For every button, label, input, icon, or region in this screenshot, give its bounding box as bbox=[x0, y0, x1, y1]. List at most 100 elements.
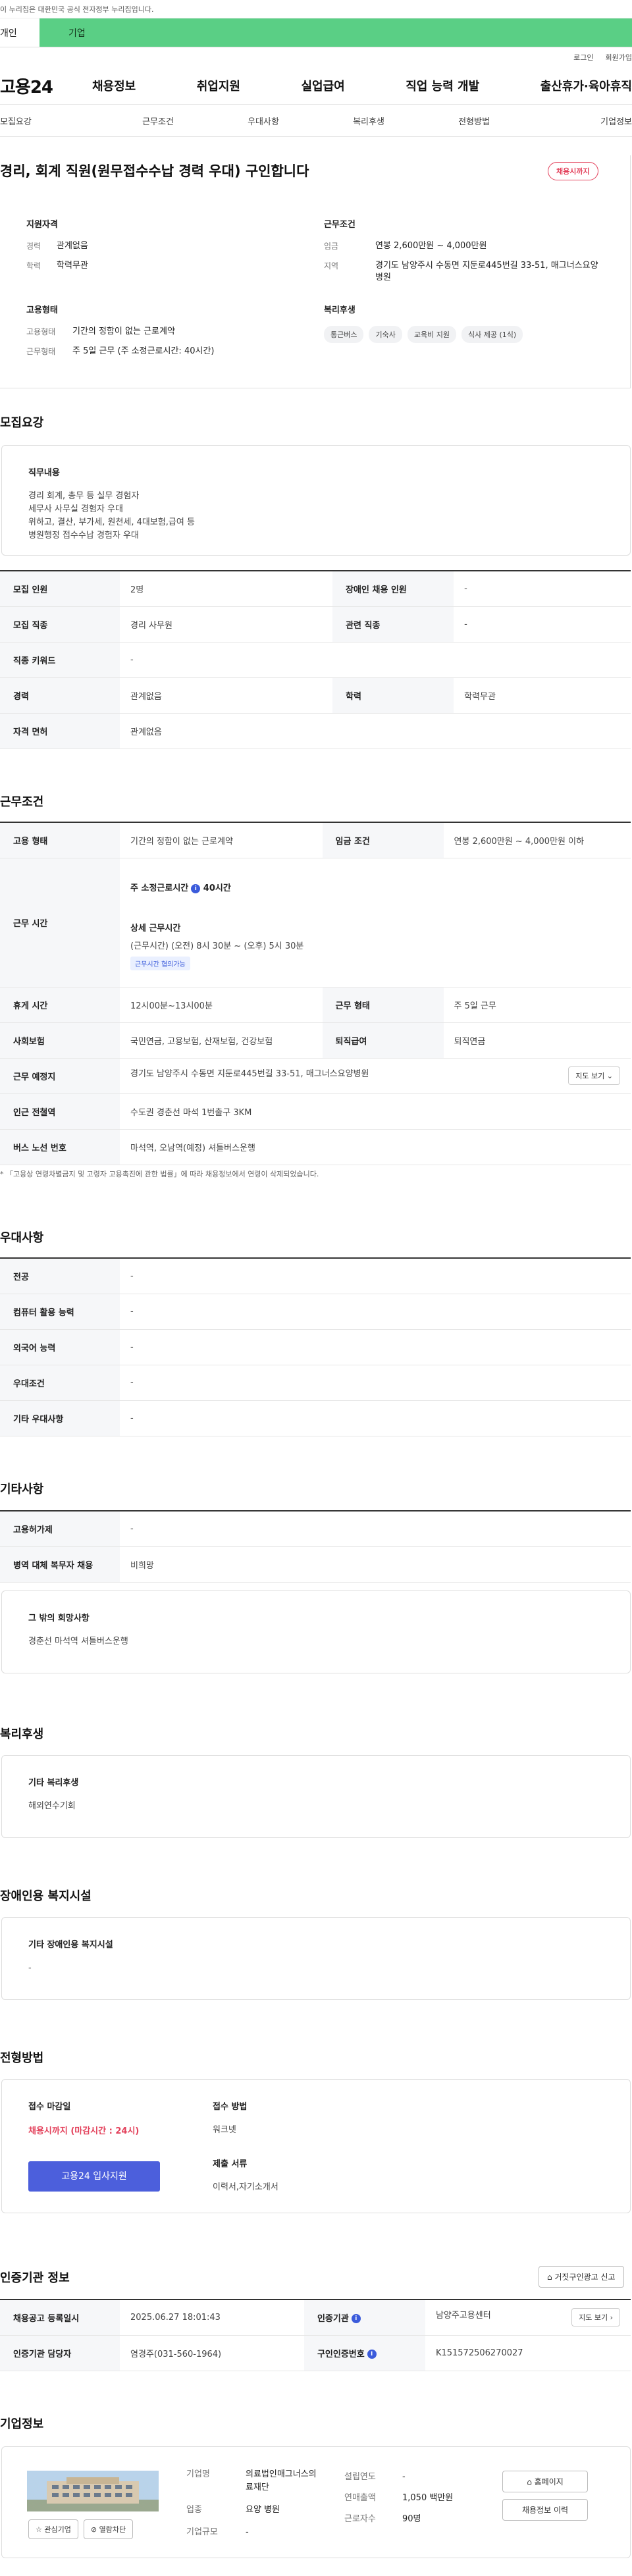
map-view-button[interactable]: 지도 보기 ⌄ bbox=[568, 1066, 620, 1085]
pref-section-title: 우대사항 bbox=[0, 1231, 44, 1245]
user-segment: 개인 기업 bbox=[0, 18, 632, 47]
segment-person-tab[interactable]: 개인 bbox=[0, 18, 40, 47]
table-cell: - bbox=[120, 1510, 631, 1547]
apply-way-label: 접수 방법 bbox=[213, 2102, 248, 2112]
block-view-button[interactable]: ⊘ 열람차단 bbox=[83, 2519, 134, 2539]
recruit-section-title: 모집요강 bbox=[0, 416, 44, 430]
work-time-cell: 주 소정근로시간 i 40시간 상세 근무시간 (근무시간) (오전) 8시 30… bbox=[120, 858, 631, 987]
table-header-cell: 기타 우대사항 bbox=[0, 1400, 120, 1436]
duty-title: 직무내용 bbox=[28, 468, 60, 478]
work-address: 경기도 남양주시 수동면 지둔로445번길 33-51, 매그너스요양병원 bbox=[130, 1069, 369, 1079]
login-link[interactable]: 로그인 bbox=[573, 52, 593, 63]
etc-box-text: 경춘선 마석역 셔틀버스운행 bbox=[28, 1637, 128, 1646]
cert-table: 채용공고 등록일시 2025.06.27 18:01:43 인증기관 i 남양주고용… bbox=[0, 2299, 631, 2371]
table-cell: 관계없음 bbox=[120, 677, 333, 714]
method-box: 접수 마감일 채용시까지 (마감시간 : 24시) 고용24 입사지원 접수 방… bbox=[1, 2079, 631, 2213]
table-cell: - bbox=[120, 1400, 631, 1436]
tab-company[interactable]: 기업정보 bbox=[527, 115, 632, 127]
job-history-button[interactable]: 채용정보 이력 bbox=[502, 2499, 588, 2521]
industry-label: 업종 bbox=[186, 2505, 202, 2515]
table-row: 직종 키워드 - bbox=[0, 642, 631, 678]
cond-block: 근무조건 임금 연봉 2,600만원 ~ 4,000만원 지역 경기도 남양주시 수… bbox=[324, 217, 607, 292]
chevron-right-icon: › bbox=[610, 2313, 613, 2323]
tab-pref[interactable]: 우대사항 bbox=[211, 115, 316, 127]
segment-company-tab[interactable]: 기업 bbox=[40, 18, 632, 47]
work-address-cell: 경기도 남양주시 수동면 지둔로445번길 33-51, 매그너스요양병원 지도 … bbox=[120, 1058, 631, 1094]
employees-label: 근로자수 bbox=[344, 2514, 376, 2524]
method-section-title: 전형방법 bbox=[0, 2051, 44, 2065]
table-row: 고용 형태 기간의 정함이 없는 근로계약 임금 조건 연봉 2,600만원 ~ 4… bbox=[0, 822, 631, 858]
cert-org-label: 인증기관 bbox=[317, 2313, 349, 2324]
favorite-label: 관심기업 bbox=[44, 2525, 71, 2534]
table-row: 휴게 시간 12시00분~13시00분 근무 형태 주 5일 근무 bbox=[0, 987, 631, 1023]
etc-box-title: 그 밖의 희망사항 bbox=[28, 1614, 90, 1623]
global-nav: 고용24 채용정보 취업지원 실업급여 직업 능력 개발 출산휴가·육아휴직 bbox=[0, 67, 632, 104]
table-header-cell: 외국어 능력 bbox=[0, 1329, 120, 1365]
table-row: 모집 인원 2명 장애인 채용 인원 - bbox=[0, 570, 631, 607]
emp-block: 고용형태 고용형태 기간의 정함이 없는 근로계약 근무형태 주 5일 근무 (주 … bbox=[26, 303, 303, 365]
company-photo bbox=[27, 2471, 159, 2511]
report-label: 거짓구인광고 신고 bbox=[554, 2273, 616, 2282]
cert-org-value: 남양주고용센터 bbox=[435, 2311, 491, 2321]
tab-method[interactable]: 전형방법 bbox=[421, 115, 527, 127]
welfare-box-text: 해외연수기회 bbox=[28, 1801, 76, 1811]
qual-heading: 지원자격 bbox=[26, 220, 58, 230]
cert-no-label: 구인인증번호 bbox=[317, 2349, 365, 2359]
favorite-company-button[interactable]: ☆ 관심기업 bbox=[28, 2519, 78, 2539]
tab-work[interactable]: 근무조건 bbox=[105, 115, 211, 127]
section-tabs: 모집요강 근무조건 우대사항 복리후생 전형방법 기업정보 bbox=[0, 104, 632, 137]
table-header-cell: 모집 인원 bbox=[0, 570, 120, 607]
tab-welfare[interactable]: 복리후생 bbox=[316, 115, 421, 127]
sales-label: 연매출액 bbox=[344, 2493, 376, 2503]
table-header-cell: 근무 형태 bbox=[322, 987, 444, 1023]
table-cell: 2025.06.27 18:01:43 bbox=[120, 2299, 304, 2336]
work-form-value: 주 5일 근무 (주 소정근로시간: 40시간) bbox=[72, 346, 215, 356]
info-icon[interactable]: i bbox=[191, 883, 201, 893]
deadline-label: 접수 마감일 bbox=[28, 2102, 71, 2112]
gnb-item-jobs[interactable]: 채용정보 bbox=[92, 77, 136, 94]
table-cell: 염경주(031-560-1964) bbox=[120, 2335, 304, 2371]
gnb-item-unemployment[interactable]: 실업급여 bbox=[302, 77, 345, 94]
homepage-button[interactable]: ⌂ 홈페이지 bbox=[502, 2471, 588, 2492]
detail-hours-value: (근무시간) (오전) 8시 30분 ~ (오후) 5시 30분 bbox=[130, 941, 304, 951]
table-row: 근무 예정지 경기도 남양주시 수동면 지둔로445번길 33-51, 매그너스… bbox=[0, 1058, 631, 1094]
industry-value: 요양 병원 bbox=[246, 2505, 280, 2515]
gnb-item-training[interactable]: 직업 능력 개발 bbox=[406, 77, 479, 94]
table-row: 고용허가제 - bbox=[0, 1510, 631, 1547]
etc-table: 고용허가제 - 병역 대체 복무자 채용 비희망 bbox=[0, 1510, 631, 1583]
gnb-item-leave[interactable]: 출산휴가·육아휴직 bbox=[540, 77, 632, 94]
weekly-hours-label: 주 소정근로시간 bbox=[130, 883, 189, 893]
table-header-cell: 학력 bbox=[332, 677, 454, 714]
table-header-cell: 인증기관 담당자 bbox=[0, 2335, 120, 2371]
docs-value: 이력서,자기소개서 bbox=[213, 2182, 278, 2192]
gnb-item-employment-support[interactable]: 취업지원 bbox=[197, 77, 240, 94]
tab-recruit[interactable]: 모집요강 bbox=[0, 115, 105, 127]
cert-map-label: 지도 보기 bbox=[579, 2313, 608, 2323]
disab-box-text: - bbox=[28, 1963, 32, 1973]
table-row: 경력 관계없음 학력 학력무관 bbox=[0, 677, 631, 714]
work-section-title: 근무조건 bbox=[0, 795, 44, 809]
table-cell: 연봉 2,600만원 ~ 4,000만원 이하 bbox=[443, 822, 631, 858]
apply-button[interactable]: 고용24 입사지원 bbox=[28, 2161, 160, 2192]
deadline-value: 채용시까지 (마감시간 : 24시) bbox=[28, 2126, 140, 2136]
welfare-heading: 복리후생 bbox=[324, 305, 356, 315]
table-header-cell: 채용공고 등록일시 bbox=[0, 2299, 120, 2336]
table-header-cell: 컴퓨터 활용 능력 bbox=[0, 1294, 120, 1330]
etc-box: 그 밖의 희망사항 경춘선 마석역 셔틀버스운행 bbox=[1, 1590, 631, 1673]
table-header-cell: 퇴직급여 bbox=[322, 1022, 444, 1059]
report-icon: ⌂ bbox=[547, 2273, 552, 2282]
report-fake-ad-button[interactable]: ⌂ 거짓구인광고 신고 bbox=[539, 2266, 624, 2288]
table-row: 자격 면허 관계없음 bbox=[0, 713, 631, 749]
table-header-cell: 자격 면허 bbox=[0, 713, 120, 749]
join-link[interactable]: 회원가입 bbox=[606, 52, 632, 63]
info-icon[interactable]: i bbox=[367, 2350, 377, 2359]
table-row: 모집 직종 경리 사무원 관련 직종 - bbox=[0, 606, 631, 643]
table-row: 버스 노선 번호 마석역, 오남역(예정) 셔틀버스운행 bbox=[0, 1129, 631, 1165]
weekly-hours-value: 40시간 bbox=[203, 883, 231, 893]
site-logo[interactable]: 고용24 bbox=[0, 74, 79, 98]
etc-section-title: 기타사항 bbox=[0, 1483, 44, 1496]
table-cell: 비희망 bbox=[120, 1546, 631, 1583]
cert-map-button[interactable]: 지도 보기 › bbox=[571, 2308, 620, 2327]
table-row: 병역 대체 복무자 채용 비희망 bbox=[0, 1546, 631, 1583]
info-icon[interactable]: i bbox=[351, 2314, 361, 2324]
